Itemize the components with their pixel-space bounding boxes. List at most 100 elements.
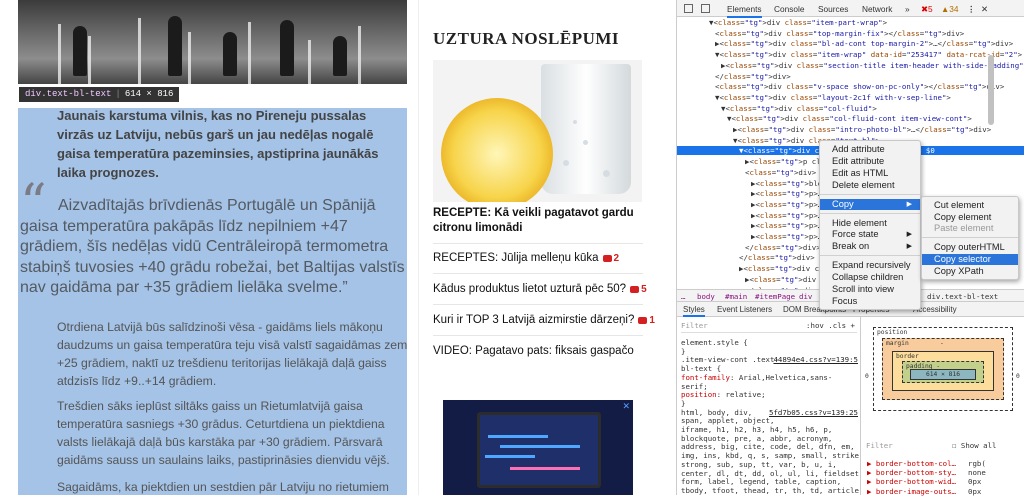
style-toggles[interactable]: :hov .cls + <box>806 321 855 330</box>
more-tabs-icon[interactable]: » <box>905 4 910 14</box>
computed-property[interactable]: ▶ border-bottom-col… <box>867 459 956 468</box>
dom-node[interactable]: <class="tg">div class="top-margin-fix"><… <box>715 29 964 38</box>
box-label: border <box>896 353 919 360</box>
lemon-water-photo[interactable] <box>433 60 642 202</box>
divider <box>433 273 643 274</box>
devtools-menu-icon[interactable]: ⋮ <box>967 4 975 14</box>
computed-property[interactable]: ▶ border-image-outs… <box>867 487 956 496</box>
dom-node[interactable]: ▼<class="tg">div class="layout-2c1f with… <box>715 93 951 102</box>
menu-item-focus[interactable]: Focus <box>820 296 920 307</box>
filter-placeholder: Filter <box>681 321 708 330</box>
dom-node[interactable]: <class="tg">div> <box>745 168 816 177</box>
sidebar-link[interactable]: VIDEO: Pagatavo pats: fiksais gaspačo <box>433 344 634 359</box>
computed-filter-input[interactable]: Filter ☐ Show all <box>862 440 1024 452</box>
error-icon: ✖ <box>921 4 928 14</box>
breadcrumb-item[interactable]: div <box>799 292 812 301</box>
styles-pane[interactable]: Filter:hov .cls + element.style {} .item-… <box>677 317 861 495</box>
comment-count: 2 <box>602 253 620 264</box>
box-value: - <box>940 340 944 347</box>
divider <box>433 304 643 305</box>
sidebar-link[interactable]: Kuri ir TOP 3 Latvijā aizmirstie dārzeņi… <box>433 313 655 328</box>
subtab-styles[interactable]: Styles <box>683 305 705 317</box>
sidebar-link[interactable]: RECEPTES: Jūlija melleņu kūka 2 <box>433 251 619 266</box>
stylesheet-link[interactable]: 5fd7b05.css?v=139:25 <box>769 408 858 418</box>
dom-node[interactable]: ▼<class="tg">div class="item-wrap" data-… <box>715 50 1022 59</box>
menu-item-delete-element[interactable]: Delete element <box>820 180 920 191</box>
ad-close-icon[interactable]: ✕ <box>622 401 630 412</box>
show-all-label: Show all <box>960 441 997 450</box>
show-all-checkbox[interactable]: ☐ Show all <box>952 441 997 450</box>
menu-item-edit-as-html[interactable]: Edit as HTML <box>820 168 920 179</box>
subtab-event-listeners[interactable]: Event Listeners <box>717 305 772 314</box>
menu-separator <box>820 255 920 257</box>
breadcrumb-item[interactable]: div.text-bl-text <box>927 292 998 301</box>
menu-separator <box>820 193 920 195</box>
comment-count: 5 <box>630 284 647 295</box>
computed-property[interactable]: ▶ border-bottom-sty… <box>867 468 956 477</box>
dom-node[interactable]: ▼<class="tg">div class="col-fluid-cont i… <box>727 114 972 123</box>
breadcrumb-item[interactable]: … <box>681 292 685 301</box>
dom-node[interactable]: ▶<class="tg">div class="section-title it… <box>721 61 1024 70</box>
tooltip-size: 614 × 816 <box>124 89 174 99</box>
count-value: 2 <box>613 253 620 264</box>
menu-item-copy-outerhtml[interactable]: Copy outerHTML <box>922 242 1018 253</box>
article-paragraph: Otrdiena Latvijā būs salīdzinoši vēsa - … <box>57 320 408 388</box>
tab-console[interactable]: Console <box>774 4 804 14</box>
copy-submenu: Cut element Copy element Paste element Copy… <box>921 196 1019 280</box>
styles-filter-input[interactable]: Filter :hov .cls + <box>681 321 857 333</box>
count-value: 1 <box>649 315 655 326</box>
menu-item-expand-recursively[interactable]: Expand recursively <box>820 260 920 271</box>
computed-value: 0px <box>968 486 982 496</box>
breadcrumb-item[interactable]: body <box>697 292 715 301</box>
dom-node[interactable]: ▶<class="tg">div class="bl-ad-cont top-m… <box>715 39 1013 48</box>
tooltip-tag: div.text-bl-text <box>25 89 112 99</box>
filter-placeholder: Filter <box>866 441 893 450</box>
menu-item-edit-attribute[interactable]: Edit attribute <box>820 156 920 167</box>
menu-item-scroll-into-view[interactable]: Scroll into view <box>820 284 920 295</box>
article-column: div.text-bl-text | 614 × 816 Jaunais karst… <box>0 0 418 495</box>
warning-count[interactable]: ▲34 <box>941 4 958 14</box>
dom-node[interactable]: </class="tg">div> <box>745 243 821 252</box>
menu-item-paste-element[interactable]: Paste element <box>922 223 1018 234</box>
checkbox-icon: ☐ <box>952 441 961 450</box>
tab-network[interactable]: Network <box>862 4 892 14</box>
menu-item-copy-element[interactable]: Copy element <box>922 212 1018 223</box>
menu-item-break-on[interactable]: Break on ▶ <box>820 241 920 252</box>
breadcrumb-item[interactable]: #itemPage <box>755 292 795 301</box>
devtools-close-icon[interactable]: ✕ <box>981 4 988 14</box>
comment-icon <box>602 254 612 262</box>
laptop-ad-banner[interactable]: ✕ <box>443 400 633 495</box>
computed-value: rgb( <box>968 459 986 468</box>
menu-item-force-state[interactable]: Force state ▶ <box>820 229 920 240</box>
warning-icon: ▲ <box>941 4 950 14</box>
menu-item-collapse-children[interactable]: Collapse children <box>820 272 920 283</box>
menu-item-hide-element[interactable]: Hide element <box>820 218 920 229</box>
device-toggle-icon[interactable] <box>701 4 710 13</box>
menu-item-add-attribute[interactable]: Add attribute <box>820 144 920 155</box>
menu-item-copy-selector[interactable]: Copy selector <box>922 253 1018 265</box>
dom-node[interactable]: ▼<class="tg">div class="item-part-wrap"> <box>709 18 887 27</box>
dom-node[interactable]: </class="tg">div> <box>715 72 791 81</box>
tab-sources[interactable]: Sources <box>818 4 848 14</box>
featured-recipe-link[interactable]: RECEPTE: Kā veikli pagatavot gardu citro… <box>433 206 648 236</box>
menu-item-cut-element[interactable]: Cut element <box>922 200 1018 211</box>
submenu-arrow-icon: ▶ <box>906 243 912 251</box>
tab-elements[interactable]: Elements <box>727 4 762 18</box>
stylesheet-link[interactable]: 44894e4.css?v=139:5 <box>773 356 858 365</box>
dom-node[interactable]: <class="tg">div class="v-space show-on-p… <box>715 82 1004 91</box>
menu-item-copy[interactable]: Copy ▶ <box>820 198 920 210</box>
submenu-arrow-icon: ▶ <box>906 200 912 208</box>
breadcrumb-item[interactable]: #main <box>725 292 747 301</box>
error-count[interactable]: ✖5 <box>921 4 933 14</box>
dom-node[interactable]: ▼<class="tg">div class="col-fluid"> <box>721 104 877 113</box>
dom-node[interactable]: </class="tg">div> <box>739 253 815 262</box>
elements-scrollbar[interactable] <box>988 55 994 125</box>
comment-icon <box>638 316 648 324</box>
inspect-icon[interactable] <box>684 4 693 13</box>
dom-node[interactable]: ▶<class="tg">div class="intro-photo-bl">… <box>733 125 991 134</box>
sidebar-link[interactable]: Kādus produktus lietot uzturā pēc 50? 5 <box>433 282 647 297</box>
computed-property[interactable]: ▶ border-bottom-wid… <box>867 477 956 486</box>
computed-value: 0px <box>968 477 982 487</box>
menu-item-copy-xpath[interactable]: Copy XPath <box>922 266 1018 277</box>
laptop-screen-graphic <box>477 412 601 488</box>
